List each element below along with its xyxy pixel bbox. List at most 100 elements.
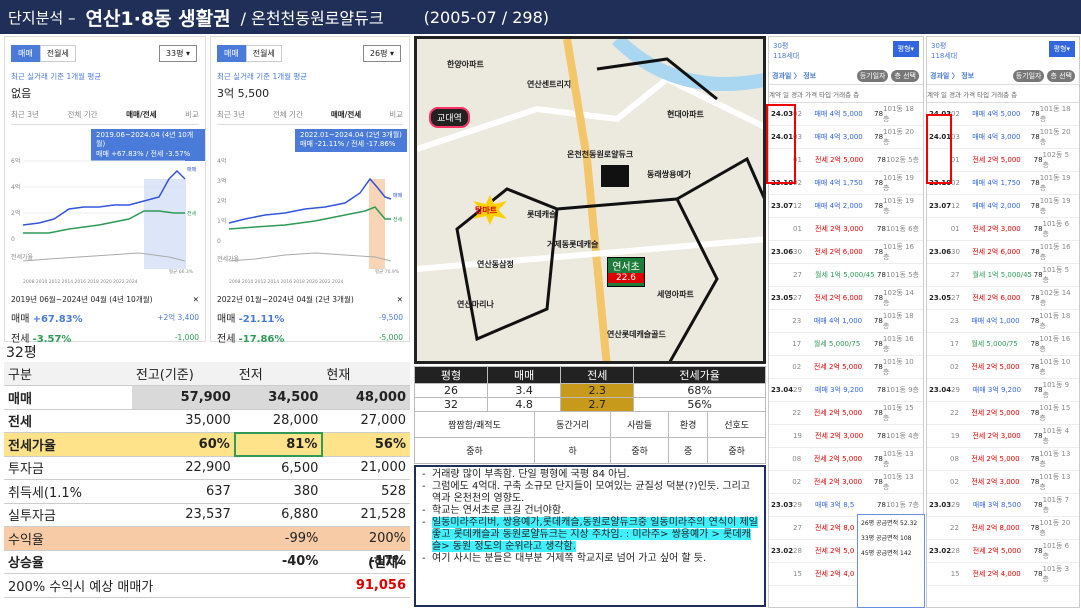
- list-item[interactable]: 22 전세 2억 5,000 78 101동 15층: [769, 402, 923, 425]
- tab-compare[interactable]: 비교: [185, 109, 199, 120]
- entry-floor: 101동 18층: [882, 312, 914, 330]
- entry-day: 08: [949, 455, 959, 463]
- tab-rent[interactable]: 전월세: [39, 45, 76, 62]
- current-price: 없음: [11, 87, 32, 100]
- map-roads: [417, 39, 763, 361]
- pyeong-button[interactable]: 평형▾: [892, 41, 919, 57]
- pyeong-button[interactable]: 평형▾: [1048, 41, 1075, 57]
- filter-pill[interactable]: 등기일자: [1012, 69, 1045, 82]
- entry-floor: 101동 10층: [1039, 358, 1071, 376]
- list-item[interactable]: 19 전세 2억 3,000 78 101동 4층: [927, 425, 1079, 448]
- header-prefix: 단지분석 –: [8, 8, 76, 27]
- tab-sale[interactable]: 매매: [11, 45, 40, 62]
- station-marker[interactable]: 교대역: [429, 107, 470, 128]
- entry-type: 78: [1030, 409, 1040, 417]
- entry-floor: 101동 18층: [1039, 105, 1071, 123]
- list-item[interactable]: 27 월세 1억 5,000/45 78 101동 5층: [927, 264, 1079, 287]
- entry-day: 19: [793, 432, 802, 440]
- list-item[interactable]: 23.04 29 매매 3억 9,200 78 101동 9층: [769, 379, 923, 402]
- list-item[interactable]: 22 전세 2억 8,000 78 101동 20층: [927, 517, 1079, 540]
- list-item[interactable]: 08 전세 2억 5,000 78 101동 13층: [769, 448, 923, 471]
- list-crumb: 경과일 〉 정보: [930, 71, 975, 80]
- pyeong-select[interactable]: 33평 ▾: [158, 45, 197, 62]
- row-label: 취득세(1.1%: [4, 479, 132, 504]
- entry-price: 전세 2억 4,000: [972, 570, 1021, 578]
- list-item[interactable]: 17 월세 5,000/75 78 101동 16층: [927, 333, 1079, 356]
- entry-price: 전세 2억 6,000: [814, 294, 863, 302]
- tab-sale-rent[interactable]: 매매/전세: [331, 109, 361, 120]
- map-label: 온천천동원로얄듀크: [567, 150, 634, 159]
- list-item[interactable]: 27 월세 1억 5,000/45 78 101동 5층: [769, 264, 923, 287]
- entry-floor: 101동 13층: [1039, 473, 1071, 491]
- cell: 28,000: [234, 409, 323, 433]
- sale-change-pct: +67.83%: [32, 314, 83, 325]
- list-item[interactable]: 02 전세 2억 5,000 78 101동 10층: [769, 356, 923, 379]
- list-item[interactable]: 19 전세 2억 3,000 78 101동 4층: [769, 425, 923, 448]
- map-label: 연산마리나: [457, 300, 494, 309]
- list-item[interactable]: 23.07 12 매매 4억 2,000 78 101동 19층: [927, 195, 1079, 218]
- col-header: 동간거리: [534, 411, 612, 438]
- list-item[interactable]: 02 전세 2억 3,000 78 101동 13층: [769, 471, 923, 494]
- entry-day: 27: [793, 294, 802, 302]
- x-axis-labels: 2008 2010 2012 2014 2016 2018 2020 2022 …: [229, 279, 344, 285]
- cell: 21,528: [322, 503, 410, 527]
- list-item[interactable]: 23.05 27 전세 2억 6,000 78 102동 14층: [927, 287, 1079, 310]
- list-item[interactable]: 23.07 12 매매 4억 2,000 78 101동 19층: [769, 195, 923, 218]
- sale-line: [228, 177, 392, 224]
- entry-day: 01: [950, 225, 960, 233]
- mart-label[interactable]: 탑마트: [475, 205, 497, 216]
- entry-floor: 101동 13층: [1039, 450, 1071, 468]
- list-item[interactable]: 23 매매 4억 1,000 78 101동 18층: [927, 310, 1079, 333]
- entry-price: 매매 4억 3,000: [972, 133, 1021, 141]
- tab-all-period[interactable]: 전체 기간: [68, 109, 98, 120]
- tab-sale[interactable]: 매매: [217, 45, 246, 62]
- list-item[interactable]: 23.04 29 매매 3억 9,200 78 101동 9층: [927, 379, 1079, 402]
- list-item[interactable]: 23.06 30 전세 2억 6,000 78 101동 16층: [927, 241, 1079, 264]
- list-item[interactable]: 23.03 29 매매 3억 8,500 78 101동 7층: [927, 494, 1079, 517]
- sale-change-pct: -21.11%: [238, 314, 285, 325]
- list-item[interactable]: 23 매매 4억 1,000 78 101동 18층: [769, 310, 923, 333]
- filter-pill[interactable]: 등기일자: [856, 69, 889, 82]
- tab-rent[interactable]: 전월세: [245, 45, 282, 62]
- list-item[interactable]: 02 전세 2억 3,000 78 101동 13층: [927, 471, 1079, 494]
- entry-month: 23.04: [771, 386, 794, 394]
- area-map[interactable]: 한양아파트 연산센트리지 현대아파트 온천천동원로얄듀크 동래쌍용예가 롯데캐슬…: [414, 36, 766, 364]
- list-item[interactable]: 23.06 30 전세 2억 6,000 78 101동 16층: [769, 241, 923, 264]
- list-item[interactable]: 02 전세 2억 5,000 78 101동 10층: [927, 356, 1079, 379]
- school-marker[interactable]: 연서초 22.6: [607, 257, 645, 287]
- list-item[interactable]: 08 전세 2억 5,000 78 101동 13층: [927, 448, 1079, 471]
- tab-compare[interactable]: 비교: [389, 109, 403, 120]
- tab-recent-3y[interactable]: 최근 3년: [217, 109, 245, 120]
- page-subtitle: / 온천천동원로얄듀크: [240, 9, 384, 28]
- entry-type: 78: [1030, 179, 1040, 187]
- header-bar: 단지분석 – 연산1·8동 생활권 / 온천천동원로얄듀크 (2005-07 /…: [0, 0, 1081, 34]
- tab-recent-3y[interactable]: 최근 3년: [11, 109, 39, 120]
- cell: 48,000: [322, 385, 410, 410]
- list-item[interactable]: 23.05 27 전세 2억 6,000 78 102동 14층: [769, 287, 923, 310]
- list-item[interactable]: 22 전세 2억 5,000 78 101동 15층: [927, 402, 1079, 425]
- tab-sale-rent[interactable]: 매매/전세: [126, 109, 156, 120]
- entry-day: 29: [951, 501, 960, 509]
- entry-floor: 101동 6층: [1042, 542, 1070, 560]
- entry-type: 78: [877, 156, 886, 164]
- entry-day: 29: [793, 501, 802, 509]
- list-item[interactable]: 01 전세 2억 3,000 78 101동 6층: [769, 218, 923, 241]
- map-label: 세영아파트: [657, 290, 694, 299]
- table-row: 실투자금 23,537 6,880 21,528: [4, 503, 410, 527]
- filter-pill[interactable]: 층 선택: [1047, 69, 1075, 82]
- list-item[interactable]: 23.02 28 전세 2억 5,000 78 101동 6층: [927, 540, 1079, 563]
- filter-pill[interactable]: 층 선택: [891, 69, 919, 82]
- close-icon[interactable]: ✕: [193, 295, 199, 304]
- close-icon[interactable]: ✕: [397, 295, 403, 304]
- y-tick-label: 2억: [217, 197, 226, 205]
- pyeong-select[interactable]: 26평 ▾: [362, 45, 401, 62]
- table-header: 구분 전고(기준) 전저 현재: [4, 362, 410, 386]
- tab-all-period[interactable]: 전체 기간: [273, 109, 303, 120]
- list-item[interactable]: 15 전세 2억 4,000 78 101동 3층: [927, 563, 1079, 586]
- map-label: 연산동삼정: [477, 260, 514, 269]
- rent-change-amt: -1,000: [174, 333, 199, 342]
- period-label: 2019년 06월~2024년 04월 (4년 10개월): [11, 295, 153, 304]
- list-item[interactable]: 17 월세 5,000/75 78 101동 16층: [769, 333, 923, 356]
- entry-price: 전세 2억 5,000: [813, 455, 863, 463]
- list-item[interactable]: 01 전세 2억 3,000 78 101동 6층: [927, 218, 1079, 241]
